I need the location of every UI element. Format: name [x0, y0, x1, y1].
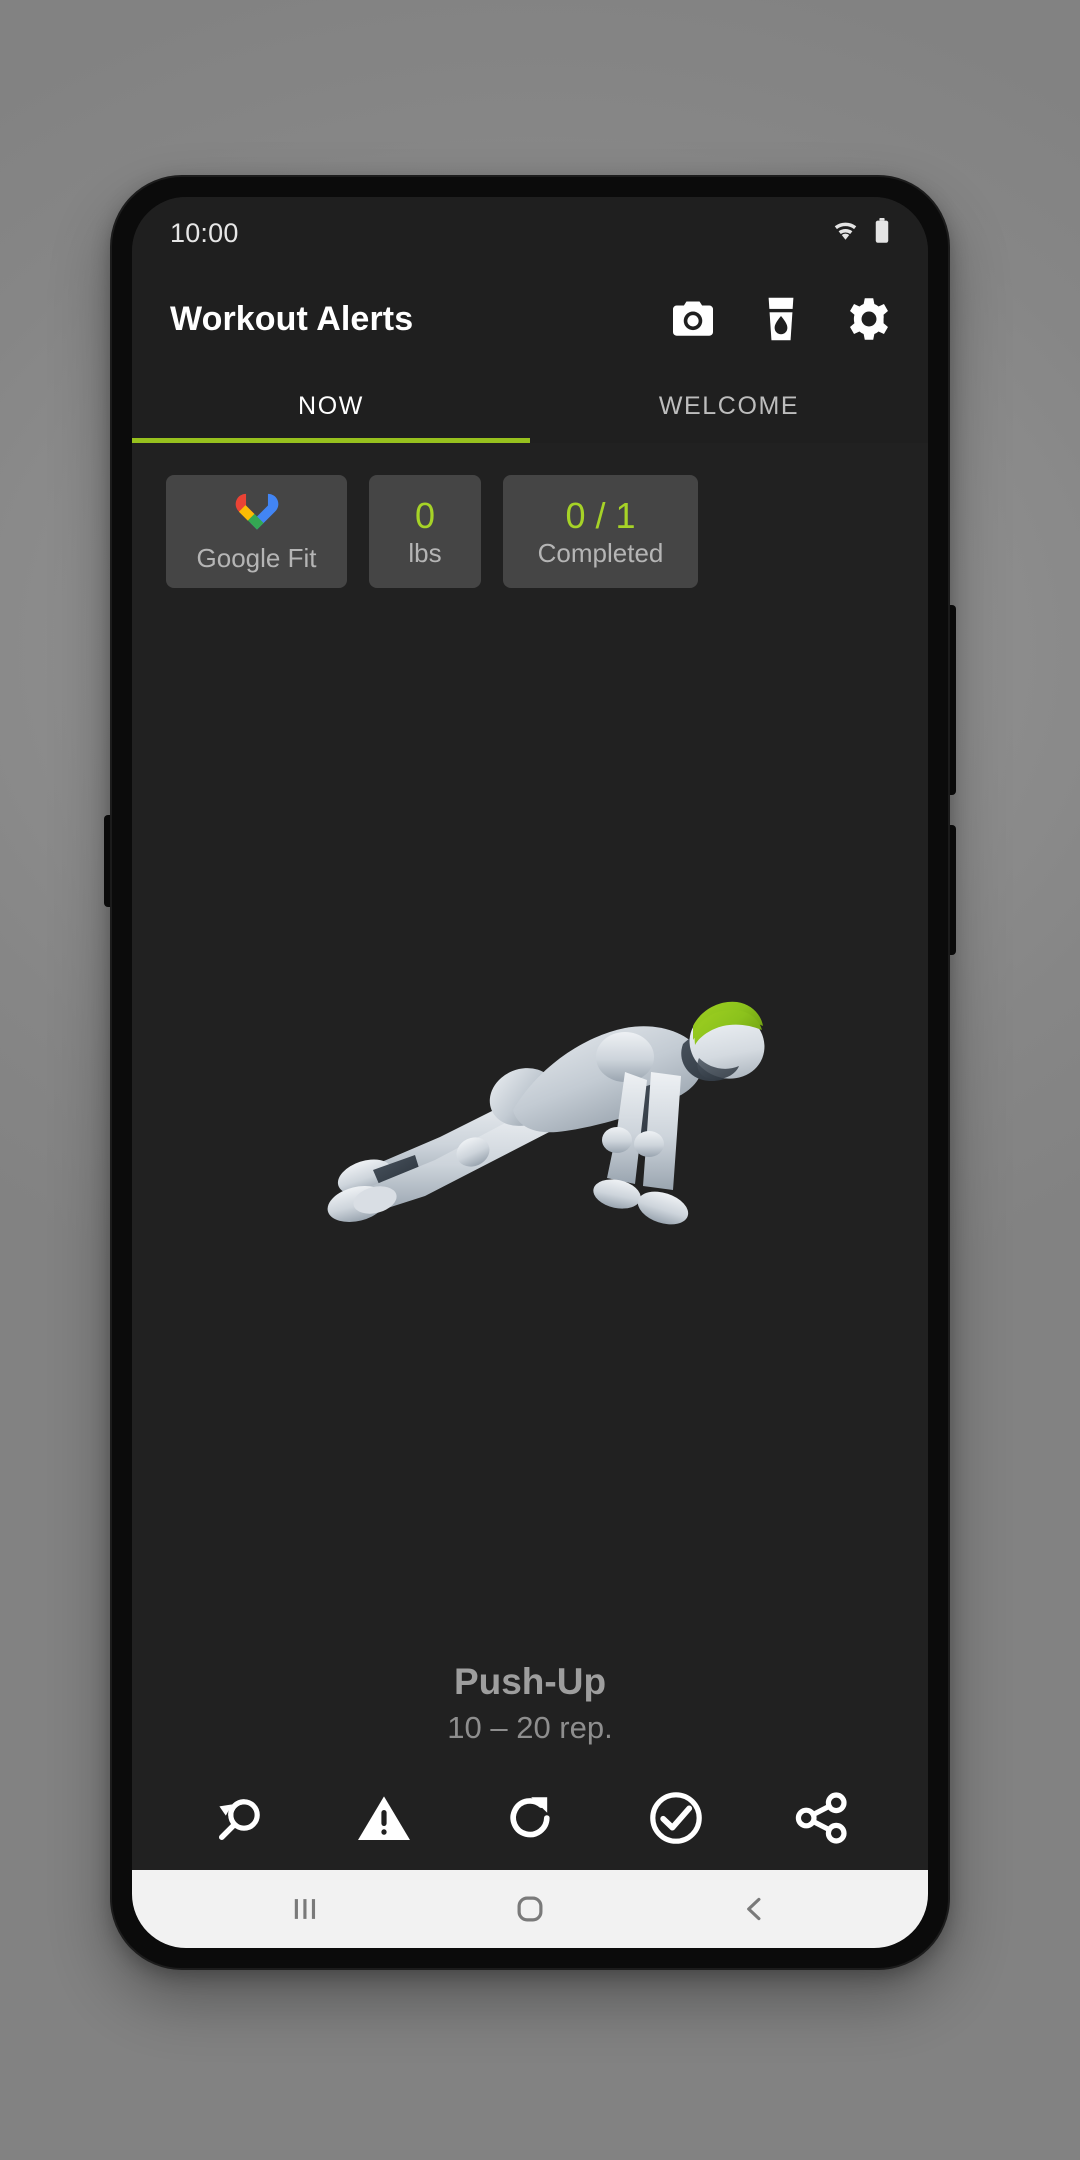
completed-value: 0 / 1	[565, 494, 636, 536]
google-fit-heart-icon	[233, 492, 281, 539]
google-fit-card[interactable]: Google Fit	[166, 475, 347, 588]
weight-label: lbs	[408, 537, 442, 568]
back-icon[interactable]	[710, 1879, 800, 1939]
google-fit-label: Google Fit	[196, 543, 317, 573]
warning-triangle-icon[interactable]	[349, 1783, 419, 1853]
water-glass-icon[interactable]	[754, 292, 808, 346]
main-content: Google Fit 0 lbs 0 / 1 Completed Push-Up…	[132, 443, 928, 1870]
tab-now[interactable]: NOW	[132, 369, 530, 443]
tab-bar: NOW WELCOME	[132, 369, 928, 443]
status-bar: 10:00	[132, 197, 928, 269]
gear-icon[interactable]	[842, 292, 896, 346]
battery-icon	[874, 217, 890, 249]
android-nav-bar	[132, 1870, 928, 1948]
exercise-stage[interactable]	[132, 588, 928, 1659]
left-side-button[interactable]	[104, 815, 112, 907]
page-title: Workout Alerts	[170, 299, 414, 338]
exercise-reps: 10 – 20 rep.	[447, 1709, 613, 1745]
weight-card[interactable]: 0 lbs	[369, 475, 481, 588]
phone-device: 10:00 Workout Alerts NOW WELCOME Google …	[104, 175, 956, 1970]
stats-row: Google Fit 0 lbs 0 / 1 Completed	[132, 443, 928, 588]
share-icon[interactable]	[786, 1783, 856, 1853]
status-icons	[831, 217, 890, 249]
exercise-name: Push-Up	[453, 1661, 607, 1703]
weight-value: 0	[414, 494, 436, 536]
phone-screen: 10:00 Workout Alerts NOW WELCOME Google …	[132, 197, 928, 1948]
exercise-toolbar	[132, 1766, 928, 1870]
home-icon[interactable]	[485, 1879, 575, 1939]
completed-label: Completed	[537, 537, 664, 568]
status-time: 10:00	[170, 217, 239, 248]
exercise-caption: Push-Up 10 – 20 rep.	[132, 1659, 928, 1766]
wifi-icon	[831, 220, 860, 247]
check-circle-icon[interactable]	[641, 1783, 711, 1853]
push-up-mannequin-figure	[295, 962, 765, 1262]
app-bar-actions	[666, 292, 896, 346]
search-back-icon[interactable]	[204, 1783, 274, 1853]
refresh-icon[interactable]	[495, 1783, 565, 1853]
volume-rocker-button[interactable]	[948, 605, 956, 795]
power-button[interactable]	[948, 825, 956, 955]
tab-welcome[interactable]: WELCOME	[530, 369, 928, 443]
recents-icon[interactable]	[260, 1879, 350, 1939]
app-bar: Workout Alerts	[132, 269, 928, 369]
camera-icon[interactable]	[666, 292, 720, 346]
completed-card[interactable]: 0 / 1 Completed	[503, 475, 698, 588]
